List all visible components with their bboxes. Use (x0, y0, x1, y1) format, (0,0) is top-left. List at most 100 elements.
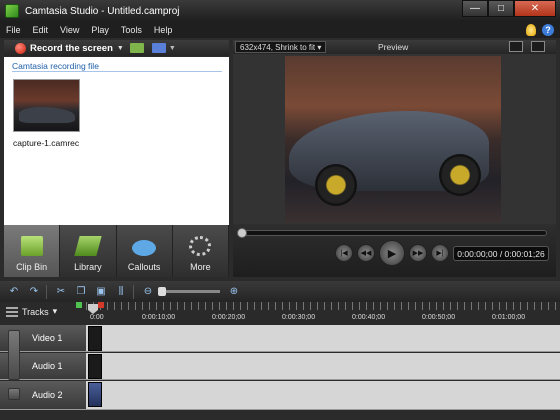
redo-icon[interactable]: ↷ (28, 286, 40, 298)
more-icon (189, 236, 212, 256)
heading-divider (12, 71, 222, 72)
record-toolbar: Record the screen ▼ ▼ (4, 40, 229, 56)
callouts-icon (132, 240, 157, 256)
title-bar: Camtasia Studio - Untitled.camproj — □ ✕ (0, 0, 560, 22)
track-audio-2[interactable]: Audio 2 (0, 381, 560, 410)
menu-file[interactable]: File (0, 25, 27, 35)
fullscreen-icon[interactable] (509, 41, 523, 52)
produce-dropdown-icon[interactable]: ▼ (169, 45, 176, 52)
seek-bar[interactable] (241, 230, 547, 236)
preview-header: 632x474, Shrink to fit ▾ Preview (233, 40, 556, 54)
audio-clip[interactable] (88, 382, 102, 407)
record-dropdown-icon[interactable]: ▼ (117, 45, 124, 52)
ruler-label: 0:00:50;00 (422, 314, 456, 321)
seek-handle[interactable] (237, 228, 247, 238)
menu-help[interactable]: Help (148, 25, 179, 35)
maximize-button[interactable]: □ (488, 0, 514, 17)
audio-clip[interactable] (88, 354, 102, 379)
tab-library[interactable]: Library (60, 225, 117, 277)
toolbar-divider (133, 284, 134, 299)
menu-bar: File Edit View Play Tools Help ? (0, 22, 560, 38)
menu-tools[interactable]: Tools (115, 25, 148, 35)
tracks-icon (6, 306, 18, 317)
copy-icon[interactable]: ❐ (75, 286, 87, 298)
library-icon (74, 236, 102, 256)
zoom-in-icon[interactable]: ⊕ (228, 286, 240, 298)
front-wheel-shape (315, 164, 357, 206)
timeline-toolbar: ↶ ↷ ✂ ❐ ▣ ⫼ ⊖ ⊕ (0, 281, 560, 302)
chevron-down-icon: ▾ (315, 42, 322, 52)
track-video-1[interactable]: Video 1 (0, 325, 560, 352)
zoom-out-icon[interactable]: ⊖ (142, 286, 154, 298)
tab-more[interactable]: More (173, 225, 229, 277)
timeline-zoom-slider[interactable] (158, 287, 220, 296)
next-clip-button[interactable]: ▶| (431, 244, 449, 262)
ruler-ticks (86, 302, 560, 310)
clip-filename[interactable]: capture-1.camrec (13, 138, 79, 148)
tab-clip-bin-label: Clip Bin (16, 262, 48, 272)
zoom-slider-handle[interactable] (158, 287, 166, 296)
playhead[interactable] (88, 304, 98, 314)
car-thumbnail-shape (19, 107, 75, 123)
tab-callouts-label: Callouts (127, 262, 161, 272)
preview-zoom-select[interactable]: 632x474, Shrink to fit ▾ (235, 41, 327, 53)
toolbar-divider (46, 284, 47, 299)
clip-thumbnail[interactable] (13, 79, 80, 132)
time-readout: 0:00:00;00 / 0:00:01;26 (453, 246, 549, 261)
produce-share-icon[interactable] (151, 43, 166, 53)
fast-forward-button[interactable]: ▶▶ (409, 244, 427, 262)
ruler-label: 0:01:00;00 (492, 314, 526, 321)
undo-icon[interactable]: ↶ (8, 286, 20, 298)
out-marker-icon[interactable] (98, 302, 104, 308)
import-media-icon[interactable] (129, 43, 144, 53)
window-title: Camtasia Studio - Untitled.camproj (25, 5, 180, 17)
help-icon[interactable]: ? (542, 24, 554, 36)
timeline-scrollbar[interactable] (0, 410, 560, 420)
tracks-label: Tracks (22, 306, 49, 317)
tab-more-label: More (190, 262, 211, 272)
timeline-header: Tracks ▾ 0:00 0:00:10;00 0:00:20;00 0:00… (0, 302, 560, 324)
menu-edit[interactable]: Edit (27, 25, 55, 35)
video-clip[interactable] (88, 326, 102, 351)
track-lock-icon[interactable] (8, 388, 20, 400)
clip-bin-icon (20, 236, 43, 256)
menu-play[interactable]: Play (85, 25, 115, 35)
record-screen-button[interactable]: Record the screen (30, 43, 113, 54)
paste-icon[interactable]: ▣ (95, 286, 107, 298)
window-controls: — □ ✕ (462, 0, 556, 17)
menu-view[interactable]: View (54, 25, 85, 35)
chevron-down-icon: ▾ (52, 306, 58, 316)
preview-canvas (233, 54, 556, 224)
ruler-label: 0:00:20;00 (212, 314, 246, 321)
ruler-label: 0:00 (90, 314, 104, 321)
lightbulb-icon[interactable] (526, 24, 536, 36)
split-icon[interactable]: ⫼ (115, 286, 127, 298)
preview-title: Preview (378, 42, 409, 52)
tab-callouts[interactable]: Callouts (117, 225, 173, 277)
in-marker-icon[interactable] (76, 302, 82, 308)
detach-preview-icon[interactable] (531, 41, 545, 52)
camtasia-app-icon (5, 4, 19, 18)
rear-wheel-shape (439, 154, 481, 196)
timeline-ruler[interactable]: 0:00 0:00:10;00 0:00:20;00 0:00:30;00 0:… (76, 302, 560, 324)
minimize-button[interactable]: — (462, 0, 488, 17)
clip-bin-heading: Camtasia recording file (12, 61, 99, 71)
tab-clip-bin[interactable]: Clip Bin (4, 225, 61, 277)
video-audio-group-icon[interactable] (8, 330, 20, 380)
tracks-menu-button[interactable]: Tracks ▾ (6, 306, 57, 317)
video-frame[interactable] (285, 56, 501, 223)
record-icon[interactable] (15, 42, 26, 54)
ruler-label: 0:00:40;00 (352, 314, 386, 321)
tab-library-label: Library (74, 262, 102, 272)
track-audio-1[interactable]: Audio 1 (0, 353, 560, 380)
close-button[interactable]: ✕ (514, 0, 556, 17)
previous-clip-button[interactable]: |◀ (335, 244, 353, 262)
ruler-label: 0:00:10;00 (142, 314, 176, 321)
play-button[interactable]: ▶ (379, 240, 405, 266)
task-tabs: Clip Bin Library Callouts More (4, 225, 229, 277)
cut-icon[interactable]: ✂ (55, 286, 67, 298)
clip-bin-panel: Camtasia recording file capture-1.camrec (4, 57, 229, 225)
zoom-value: 632x474, Shrink to fit (240, 42, 316, 52)
rewind-button[interactable]: ◀◀ (357, 244, 375, 262)
ruler-label: 0:00:30;00 (282, 314, 316, 321)
